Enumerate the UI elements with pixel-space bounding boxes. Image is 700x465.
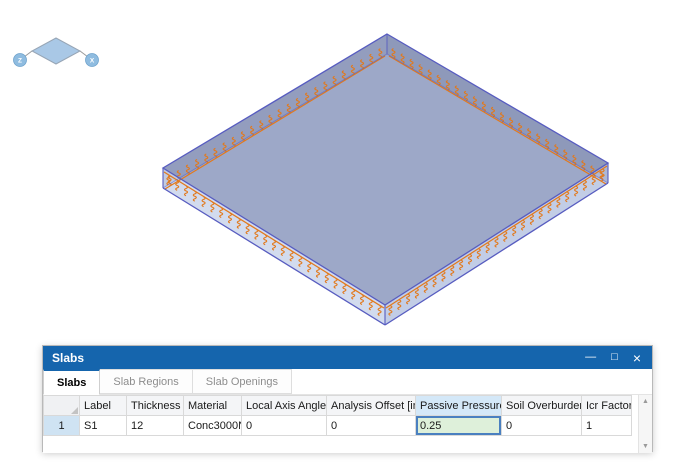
table-row: 1 S1 12 Conc3000NW 0 0 0.25 0 1 xyxy=(44,416,639,436)
spreadsheet: Label Thickness [in] Material Local Axis… xyxy=(43,395,652,453)
tab-slab-openings[interactable]: Slab Openings xyxy=(192,369,292,394)
titlebar[interactable]: Slabs — □ × xyxy=(43,346,652,369)
axis-indicator: Z X xyxy=(8,30,104,72)
maximize-icon[interactable]: □ xyxy=(611,352,618,363)
tab-slab-regions[interactable]: Slab Regions xyxy=(99,369,192,394)
col-header-soil-overburden[interactable]: Soil Overburden [ksf] xyxy=(502,396,582,416)
cell-local-axis-angle[interactable]: 0 xyxy=(242,416,327,436)
close-icon[interactable]: × xyxy=(633,351,641,365)
minimize-icon[interactable]: — xyxy=(585,352,596,363)
col-header-analysis-offset[interactable]: Analysis Offset [in] xyxy=(327,396,416,416)
slabs-window: Slabs — □ × Slabs Slab Regions Slab Open… xyxy=(42,345,653,452)
vertical-scrollbar[interactable]: ▲ ▼ xyxy=(638,395,652,453)
col-header-icr-factor[interactable]: Icr Factor xyxy=(582,396,632,416)
scroll-down-icon[interactable]: ▼ xyxy=(639,443,652,450)
col-header-passive-pressure[interactable]: Passive Pressure [ksf] xyxy=(416,396,502,416)
scroll-up-icon[interactable]: ▲ xyxy=(639,398,652,405)
col-header-thickness[interactable]: Thickness [in] xyxy=(127,396,184,416)
tab-bar: Slabs Slab Regions Slab Openings xyxy=(43,369,652,395)
cell-analysis-offset[interactable]: 0 xyxy=(327,416,416,436)
x-axis-label: X xyxy=(90,58,95,65)
cell-material[interactable]: Conc3000NW xyxy=(184,416,242,436)
cell-label[interactable]: S1 xyxy=(80,416,127,436)
slabs-table: Label Thickness [in] Material Local Axis… xyxy=(43,395,638,436)
col-header-local-axis-angle[interactable]: Local Axis Angle [deg] xyxy=(242,396,327,416)
cell-soil-overburden[interactable]: 0 xyxy=(502,416,582,436)
select-all-corner[interactable] xyxy=(44,396,80,416)
cell-passive-pressure[interactable]: 0.25 xyxy=(416,416,502,436)
header-row: Label Thickness [in] Material Local Axis… xyxy=(44,396,639,416)
slab-top-face xyxy=(163,34,608,305)
cell-thickness[interactable]: 12 xyxy=(127,416,184,436)
z-axis-label: Z xyxy=(18,58,22,65)
axis-plane-diamond xyxy=(32,38,80,64)
app-canvas: Z X Slabs — □ × Slabs Slab Regions Slab … xyxy=(0,0,700,465)
window-title: Slabs xyxy=(52,351,84,365)
cell-icr-factor[interactable]: 1 xyxy=(582,416,632,436)
col-header-label[interactable]: Label xyxy=(80,396,127,416)
row-header[interactable]: 1 xyxy=(44,416,80,436)
slab-3d-view[interactable] xyxy=(0,0,700,340)
col-header-material[interactable]: Material xyxy=(184,396,242,416)
tab-slabs[interactable]: Slabs xyxy=(43,369,100,395)
